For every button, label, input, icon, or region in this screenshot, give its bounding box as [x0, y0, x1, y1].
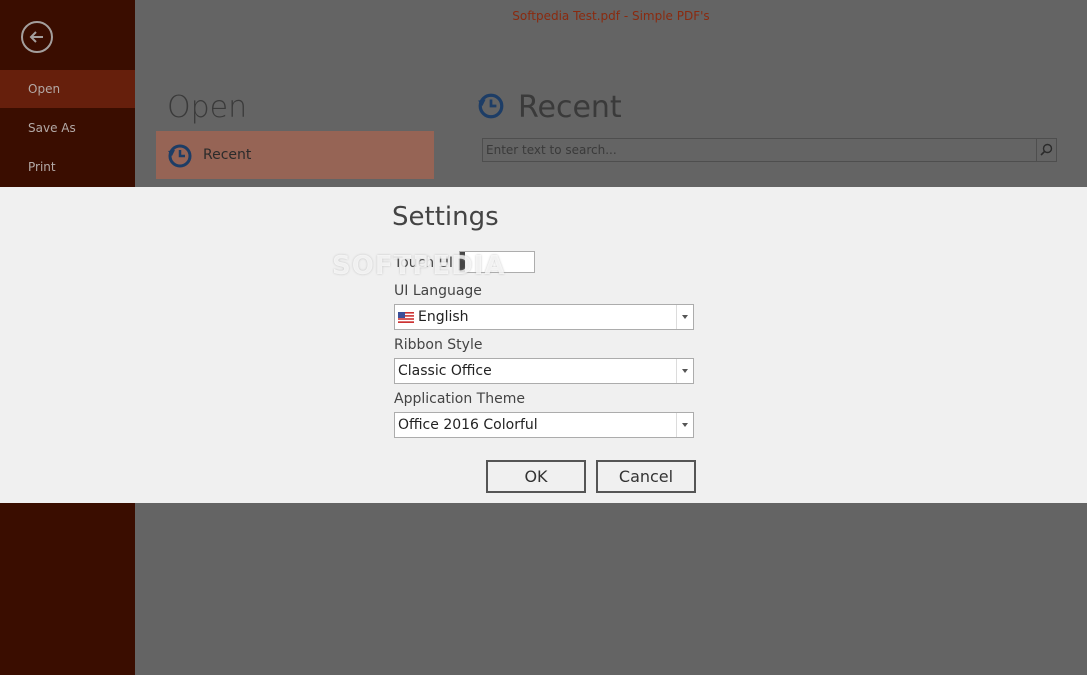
- recent-heading: Recent: [518, 90, 622, 125]
- open-heading: Open: [167, 90, 248, 125]
- ui-language-select[interactable]: English: [394, 304, 694, 330]
- search-input[interactable]: [483, 139, 1044, 161]
- sidebar-item-open[interactable]: Open: [0, 70, 135, 108]
- search-button[interactable]: [1036, 139, 1056, 161]
- ribbon-style-value: Classic Office: [398, 363, 492, 379]
- recent-tile[interactable]: Recent: [156, 131, 434, 179]
- us-flag-icon: [398, 312, 414, 323]
- back-button[interactable]: [21, 21, 53, 53]
- history-icon: [478, 93, 504, 119]
- history-icon: [168, 144, 192, 168]
- chevron-down-icon[interactable]: [676, 413, 693, 437]
- ok-button[interactable]: OK: [486, 460, 586, 493]
- recent-tile-label: Recent: [203, 147, 252, 163]
- ui-language-value: English: [418, 309, 469, 325]
- settings-dialog: Settings Touch UI UI Language English Ri…: [0, 187, 1087, 503]
- chevron-down-icon[interactable]: [676, 305, 693, 329]
- search-icon: [1040, 143, 1053, 156]
- settings-title: Settings: [392, 202, 499, 232]
- ribbon-style-select[interactable]: Classic Office: [394, 358, 694, 384]
- sidebar-item-save-as[interactable]: Save As: [0, 109, 135, 147]
- toggle-knob: [460, 252, 465, 272]
- window-title: Softpedia Test.pdf - Simple PDF's: [512, 9, 710, 23]
- recent-search-box: [482, 138, 1057, 162]
- app-theme-label: Application Theme: [394, 391, 525, 407]
- chevron-down-icon[interactable]: [676, 359, 693, 383]
- sidebar-item-print[interactable]: Print: [0, 148, 135, 186]
- app-theme-value: Office 2016 Colorful: [398, 417, 538, 433]
- ui-language-label: UI Language: [394, 283, 482, 299]
- touch-ui-toggle[interactable]: [459, 251, 535, 273]
- touch-ui-label: Touch UI: [394, 255, 454, 271]
- app-theme-select[interactable]: Office 2016 Colorful: [394, 412, 694, 438]
- back-arrow-icon: [29, 31, 43, 43]
- ribbon-style-label: Ribbon Style: [394, 337, 483, 353]
- cancel-button[interactable]: Cancel: [596, 460, 696, 493]
